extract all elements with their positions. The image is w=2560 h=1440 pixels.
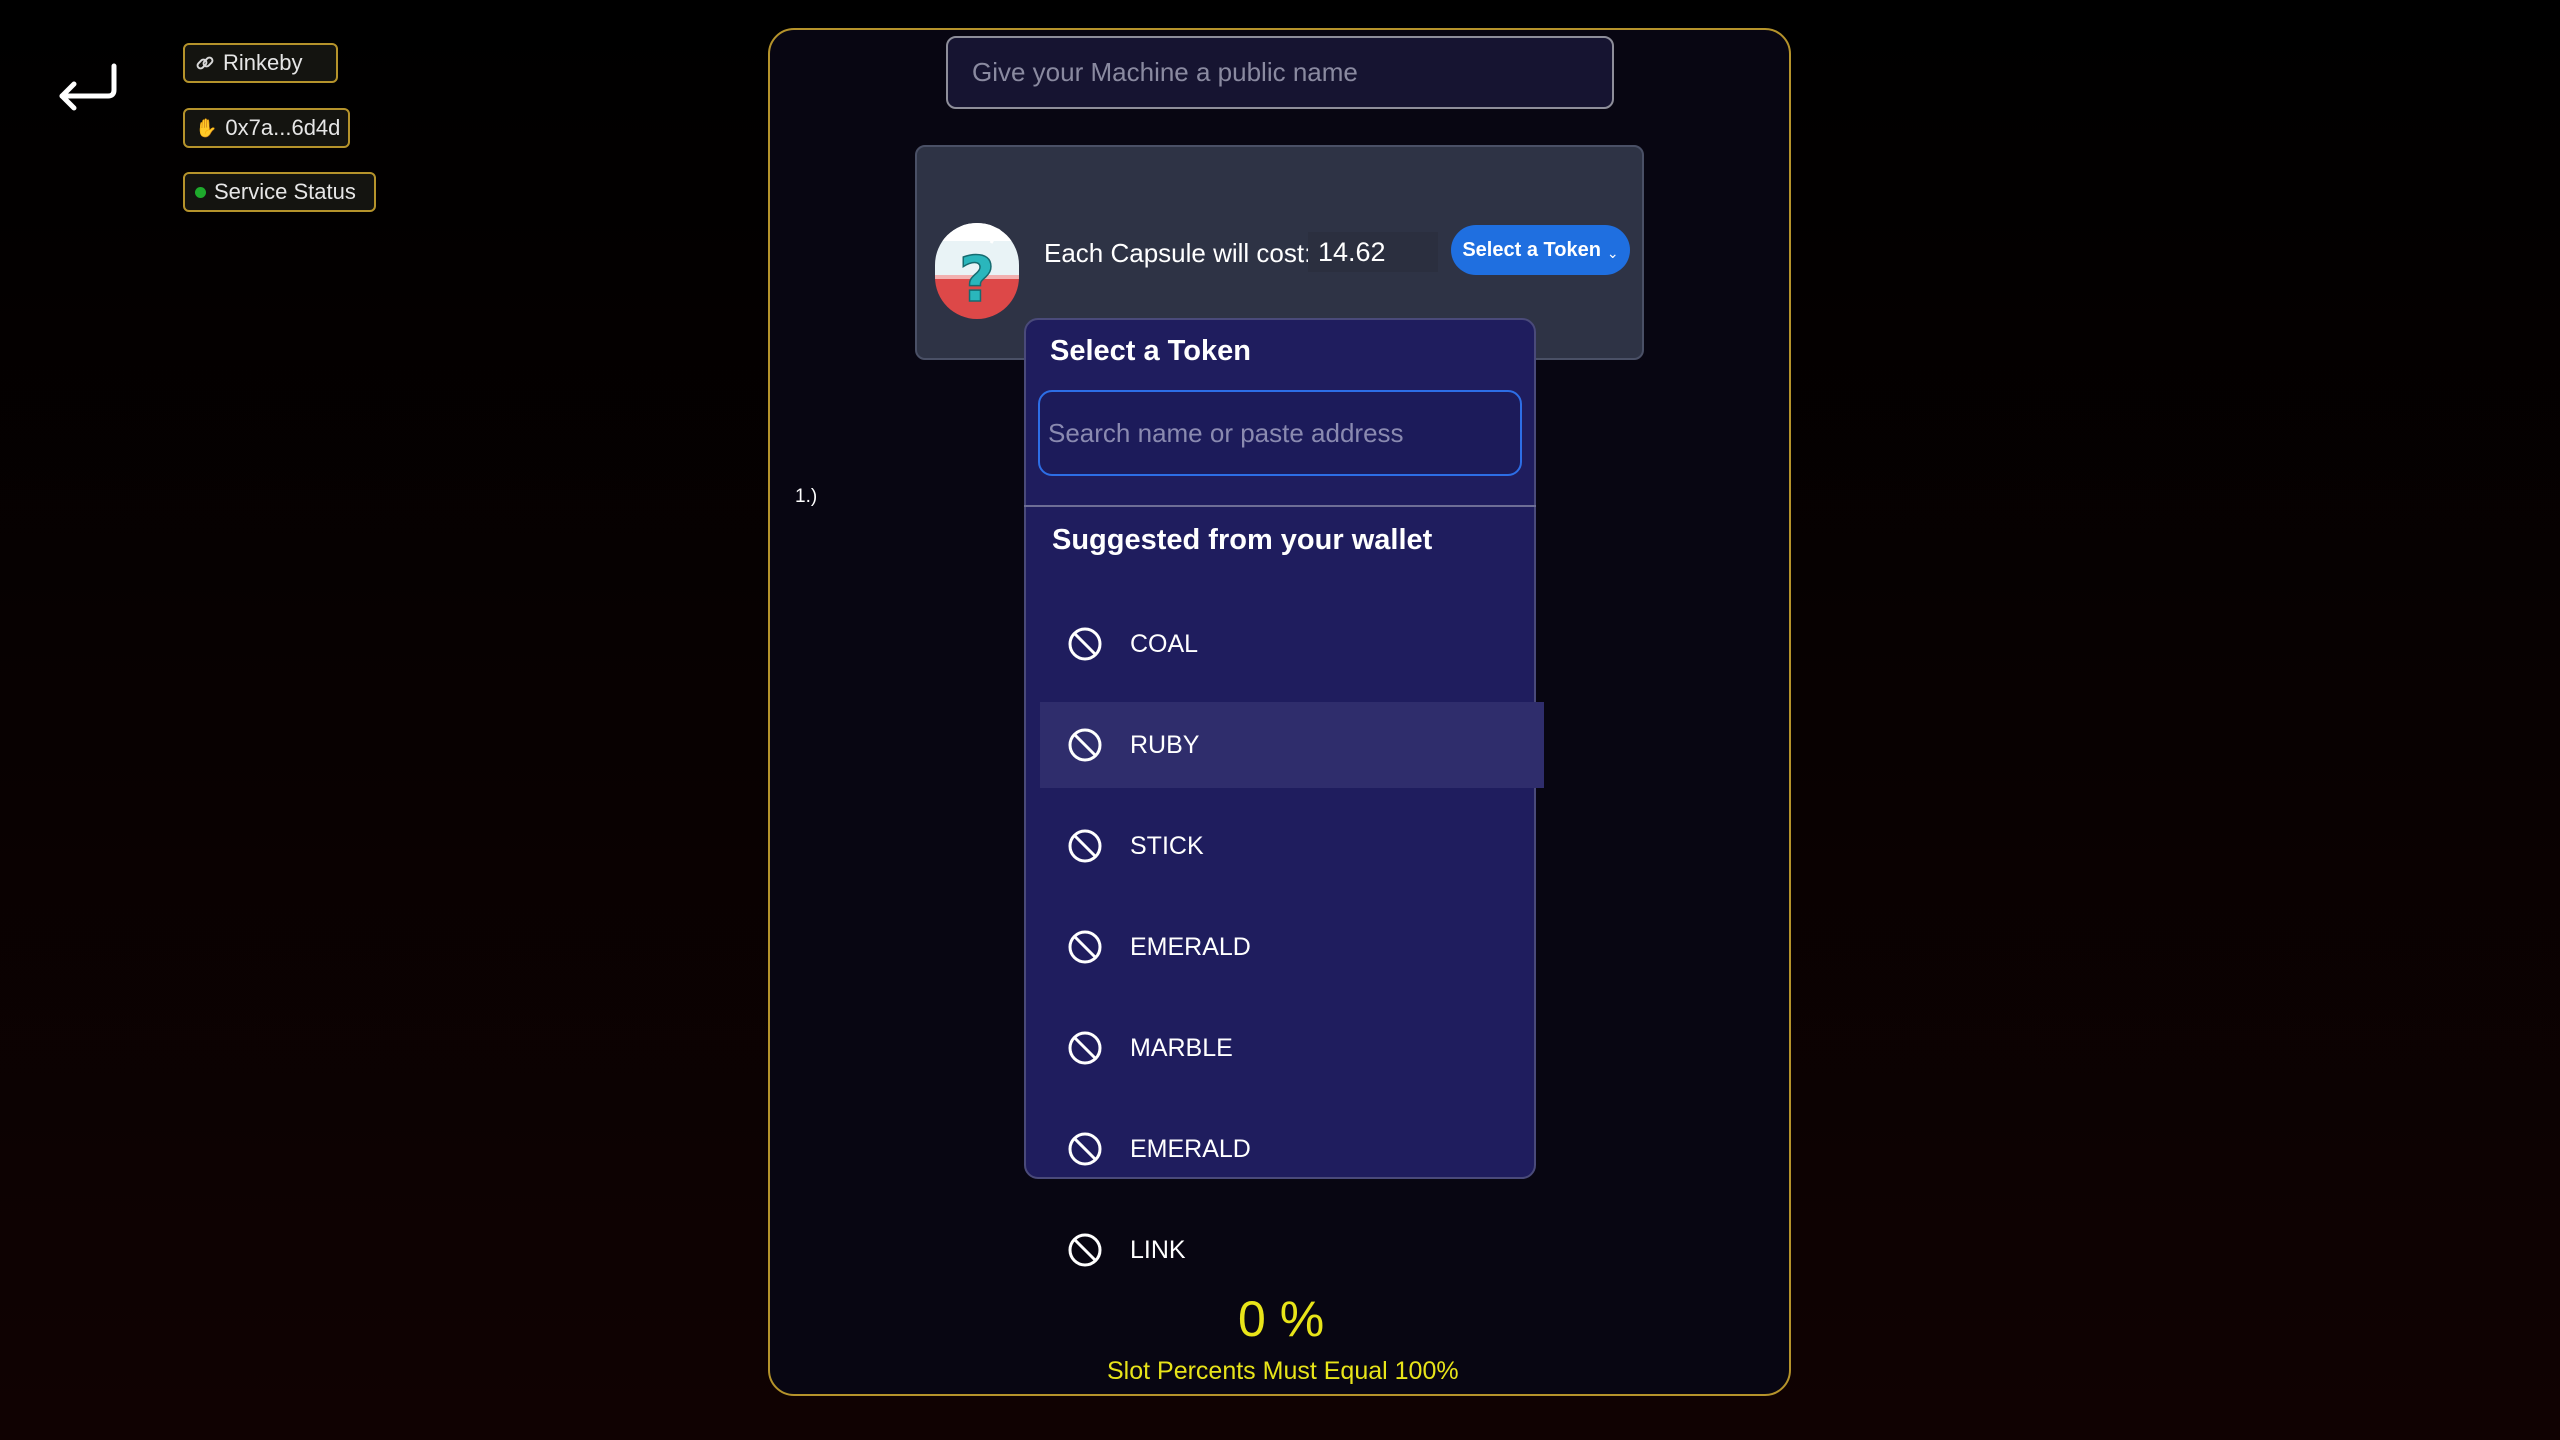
token-name: STICK (1130, 831, 1204, 860)
token-name: RUBY (1130, 730, 1200, 759)
token-name: LINK (1130, 1235, 1186, 1264)
question-capsule-icon: ? (935, 223, 1019, 319)
ban-icon (1068, 1132, 1102, 1166)
modal-divider (1024, 505, 1536, 507)
wallet-address: 0x7a...6d4d (225, 115, 341, 140)
token-option[interactable]: EMERALD (1040, 1106, 1544, 1192)
link-icon (196, 56, 214, 70)
service-status-label: Service Status (214, 179, 356, 204)
service-status-badge[interactable]: Service Status (183, 172, 376, 212)
return-arrow-icon[interactable] (52, 60, 122, 116)
wave-hand-icon: ✋ (195, 117, 218, 138)
token-name: EMERALD (1130, 932, 1251, 961)
token-name: EMERALD (1130, 1134, 1251, 1163)
token-option[interactable]: LINK (1040, 1207, 1544, 1293)
capsule-cost-input[interactable] (1308, 232, 1438, 272)
token-modal-title: Select a Token (1050, 335, 1251, 367)
ban-icon (1068, 930, 1102, 964)
token-option[interactable]: STICK (1040, 803, 1544, 889)
token-option[interactable]: COAL (1040, 601, 1544, 687)
ban-icon (1068, 728, 1102, 762)
suggested-tokens-heading: Suggested from your wallet (1052, 524, 1433, 556)
ban-icon (1068, 829, 1102, 863)
slot-percent-total: 0 % (1238, 1291, 1325, 1347)
token-search-input[interactable] (1038, 390, 1522, 476)
svg-text:?: ? (959, 243, 995, 316)
token-name: MARBLE (1130, 1033, 1233, 1062)
select-token-button[interactable]: Select a Token ⌄ (1451, 225, 1630, 275)
token-option[interactable]: MARBLE (1040, 1005, 1544, 1091)
capsule-cost-label: Each Capsule will cost: (1044, 238, 1312, 268)
status-dot-icon (195, 186, 206, 198)
token-option[interactable]: RUBY (1040, 702, 1544, 788)
machine-name-input[interactable] (946, 36, 1614, 109)
token-name: COAL (1130, 629, 1199, 658)
wallet-address-badge[interactable]: ✋ 0x7a...6d4d (183, 108, 350, 148)
slot-number-label: 1.) (795, 486, 818, 507)
ban-icon (1068, 1233, 1102, 1267)
network-label: Rinkeby (223, 50, 303, 75)
slot-percent-warning: Slot Percents Must Equal 100% (1107, 1357, 1459, 1385)
ban-icon (1068, 627, 1102, 661)
network-badge[interactable]: Rinkeby (183, 43, 338, 83)
ban-icon (1068, 1031, 1102, 1065)
chevron-down-icon: ⌄ (1606, 244, 1619, 261)
select-token-button-label: Select a Token (1462, 238, 1601, 261)
token-option[interactable]: EMERALD (1040, 904, 1544, 990)
